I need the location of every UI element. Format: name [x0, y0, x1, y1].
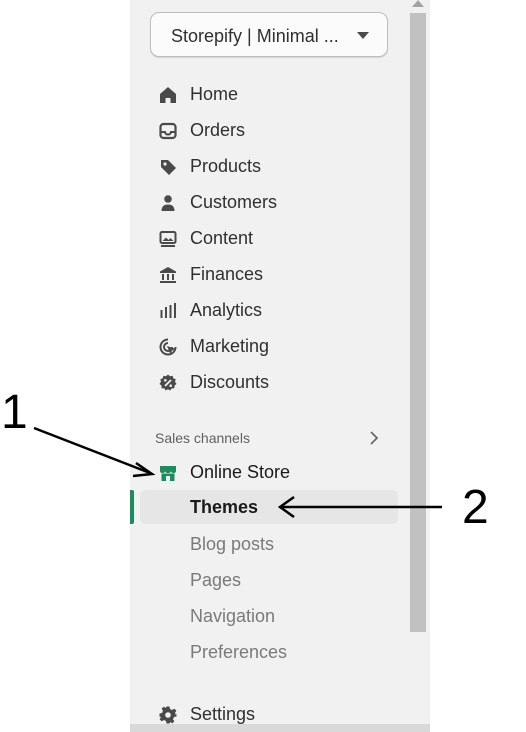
nav-item-label: Marketing — [190, 336, 270, 356]
sub-item-navigation[interactable]: Navigation — [150, 601, 400, 633]
nav-item-products[interactable]: Products — [150, 151, 400, 183]
caret-down-icon — [357, 32, 369, 39]
bank-icon — [160, 267, 176, 283]
nav-item-online-store[interactable]: Online Store — [150, 457, 400, 489]
target-icon — [159, 338, 177, 356]
chevron-right-icon[interactable] — [367, 430, 381, 446]
nav-item-label: Content — [190, 228, 254, 248]
nav-item-label: Analytics — [190, 300, 263, 320]
image-icon — [159, 231, 177, 247]
discount-icon — [159, 374, 177, 391]
nav-item-label: Discounts — [190, 372, 270, 392]
nav-item-discounts[interactable]: Discounts — [150, 367, 400, 399]
nav-item-home[interactable]: Home — [150, 79, 400, 111]
nav-item-content[interactable]: Content — [150, 223, 400, 255]
nav-item-label: Finances — [190, 264, 264, 284]
bar-chart-icon — [160, 303, 176, 318]
nav-item-label: Orders — [190, 120, 246, 140]
nav-item-label: Home — [190, 84, 239, 104]
sub-item-themes[interactable]: Themes — [140, 490, 398, 524]
tag-icon — [161, 160, 176, 175]
nav-item-orders[interactable]: Orders — [150, 115, 400, 147]
nav-item-customers[interactable]: Customers — [150, 187, 400, 219]
sub-item-label: Navigation — [190, 606, 276, 626]
sub-item-blog-posts[interactable]: Blog posts — [150, 529, 400, 561]
sales-channels-heading: Sales channels — [155, 430, 250, 446]
scrollbar-thumb[interactable] — [410, 13, 426, 632]
active-indicator — [130, 490, 134, 524]
store-name: Storepify | Minimal ... — [171, 26, 339, 46]
nav-item-settings[interactable]: Settings — [150, 699, 400, 731]
annotation-number-1: 1 — [1, 386, 28, 439]
sub-item-label: Themes — [190, 497, 259, 517]
sub-item-pages[interactable]: Pages — [150, 565, 400, 597]
inbox-icon — [159, 122, 177, 140]
person-icon — [161, 195, 175, 211]
sub-item-label: Pages — [190, 570, 242, 590]
nav-item-analytics[interactable]: Analytics — [150, 295, 400, 327]
store-selector[interactable]: Storepify | Minimal ... — [150, 12, 388, 57]
sub-item-label: Preferences — [190, 642, 288, 662]
annotation-number-2: 2 — [462, 481, 489, 534]
nav-item-label: Online Store — [190, 462, 291, 482]
nav-item-label: Settings — [190, 704, 256, 724]
gear-icon — [159, 706, 177, 724]
nav-item-finances[interactable]: Finances — [150, 259, 400, 291]
home-icon — [160, 87, 176, 103]
nav-item-label: Customers — [190, 192, 278, 212]
nav-item-label: Products — [190, 156, 262, 176]
store-icon — [160, 466, 176, 481]
sub-item-label: Blog posts — [190, 534, 275, 554]
nav-item-marketing[interactable]: Marketing — [150, 331, 400, 363]
scroll-up-arrow-icon[interactable] — [412, 0, 424, 7]
sub-item-preferences[interactable]: Preferences — [150, 637, 400, 669]
